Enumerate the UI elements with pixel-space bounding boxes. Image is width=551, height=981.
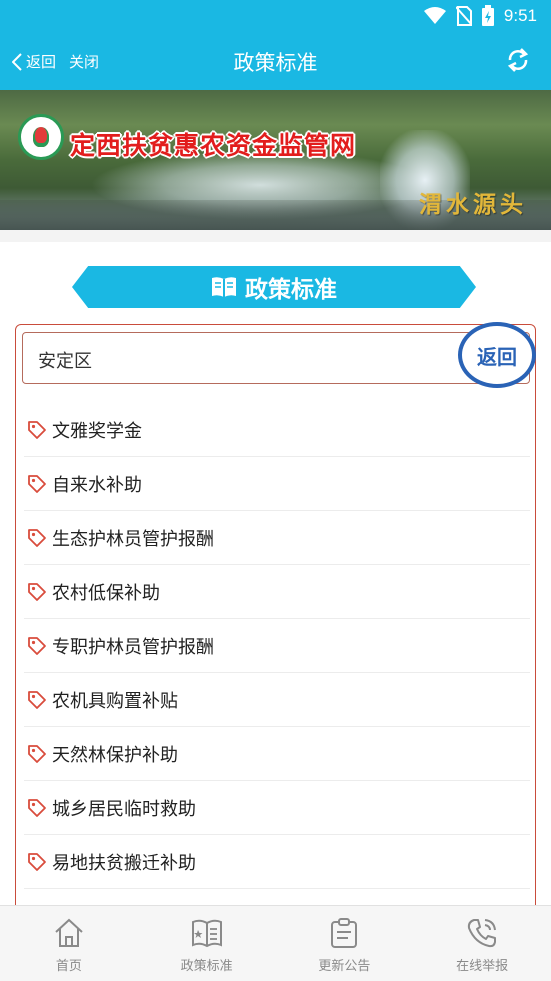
site-logo — [18, 114, 64, 160]
list-item[interactable]: 文雅奖学金 — [24, 403, 530, 457]
tag-icon — [28, 690, 46, 709]
tag-icon — [28, 420, 46, 439]
tag-icon — [28, 744, 46, 763]
banner-caption: 渭水源头 — [419, 191, 527, 218]
book-icon — [212, 277, 236, 297]
tab-label: 更新公告 — [318, 959, 371, 974]
list-item[interactable]: 农机具购置补贴 — [24, 673, 530, 727]
tab-home[interactable]: 首页 — [0, 906, 138, 981]
tag-icon — [28, 474, 46, 493]
list-item-label: 生态护林员管护报酬 — [52, 528, 214, 550]
clipboard-icon — [331, 918, 358, 948]
list-item[interactable]: 农村低保补助 — [24, 565, 530, 619]
list-item-label: 农村低保补助 — [52, 582, 160, 604]
status-bar: 9:51 — [0, 0, 551, 32]
list-item[interactable]: 城乡居民临时救助 — [24, 781, 530, 835]
policy-book-icon — [191, 919, 222, 948]
list-item[interactable]: 自来水补助 — [24, 457, 530, 511]
list-item-label: 天然林保护补助 — [52, 744, 178, 766]
tab-label: 在线举报 — [456, 959, 509, 974]
home-icon — [55, 918, 83, 947]
tab-report[interactable]: 在线举报 — [413, 906, 551, 981]
status-time: 9:51 — [503, 5, 537, 25]
no-sim-icon — [455, 5, 472, 26]
refresh-icon[interactable] — [505, 46, 531, 74]
list-item[interactable]: 生态护林员管护报酬 — [24, 511, 530, 565]
region-select-value: 安定区 — [38, 351, 92, 372]
list-item-label: 易地扶贫搬迁补助 — [52, 852, 196, 874]
list-item-label: 自来水补助 — [52, 474, 142, 496]
tag-icon — [28, 852, 46, 871]
tab-announcements[interactable]: 更新公告 — [276, 906, 414, 981]
section-header: 政策标准 — [72, 266, 476, 308]
list-item-label: 城乡居民临时救助 — [52, 798, 196, 820]
nav-bar: 返回 关闭 政策标准 — [0, 32, 551, 90]
list-item[interactable]: 易地扶贫搬迁补助 — [24, 835, 530, 889]
tab-label: 首页 — [55, 959, 82, 974]
battery-icon — [481, 5, 494, 26]
phone-icon — [467, 919, 497, 948]
status-icons: 9:51 — [423, 5, 537, 26]
list-item[interactable]: 专职护林员管护报酬 — [24, 619, 530, 673]
tag-icon — [28, 798, 46, 817]
wifi-icon — [423, 6, 446, 24]
tag-icon — [28, 528, 46, 547]
bottom-tab-bar: 首页 政策标准 更新公告 在线举报 — [0, 905, 551, 981]
section-title: 政策标准 — [245, 277, 337, 303]
tab-label: 政策标准 — [180, 959, 233, 974]
tag-icon — [28, 582, 46, 601]
header-banner: 定西扶贫惠农资金监管网 渭水源头 — [0, 90, 551, 230]
tab-policy[interactable]: 政策标准 — [138, 906, 276, 981]
list-item[interactable]: 天然林保护补助 — [24, 727, 530, 781]
list-item-label: 专职护林员管护报酬 — [52, 636, 214, 658]
region-select[interactable]: 安定区 — [22, 332, 530, 384]
list-item-label: 农机具购置补贴 — [52, 690, 178, 712]
list-item-label: 文雅奖学金 — [52, 420, 142, 442]
banner-title: 定西扶贫惠农资金监管网 — [70, 131, 357, 160]
page-title: 政策标准 — [233, 51, 318, 75]
policy-list: 文雅奖学金 自来水补助 生态护林员管护报酬 农村低保补助 专职护林员管护报酬 农… — [24, 403, 530, 889]
return-button[interactable]: 返回 — [458, 322, 536, 388]
tag-icon — [28, 636, 46, 655]
